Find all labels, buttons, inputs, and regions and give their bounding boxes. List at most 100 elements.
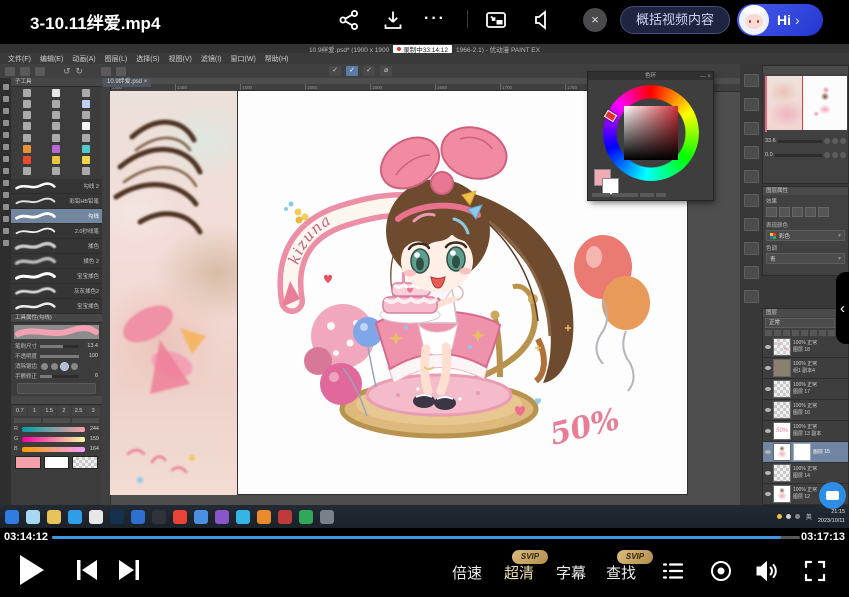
previous-button[interactable] bbox=[74, 558, 100, 582]
layer-row[interactable]: 100% 正常图层 17 bbox=[763, 379, 848, 400]
blue-slider[interactable] bbox=[22, 447, 85, 452]
brush-item[interactable]: 彩铅HB铅笔 bbox=[11, 194, 102, 209]
size-preset[interactable]: 0.7 bbox=[13, 406, 27, 416]
subtool-icon[interactable] bbox=[23, 156, 31, 164]
subtool-icon[interactable] bbox=[52, 111, 60, 119]
brush-item[interactable]: 揉色 2 bbox=[11, 254, 102, 269]
more-icon[interactable]: ··· bbox=[424, 10, 446, 28]
menu-animation[interactable]: 动画(A) bbox=[72, 54, 95, 64]
red-slider[interactable] bbox=[22, 427, 85, 432]
red-slider-row[interactable]: R 244 bbox=[11, 424, 102, 434]
subtool-icon[interactable] bbox=[52, 156, 60, 164]
size-preset[interactable]: 1.5 bbox=[42, 406, 56, 416]
redo-icon[interactable]: ↻ bbox=[76, 67, 84, 76]
subtool-icon[interactable] bbox=[23, 134, 31, 142]
taskbar-app-icon[interactable] bbox=[5, 510, 19, 524]
download-icon[interactable] bbox=[381, 8, 405, 32]
subtool-icon[interactable] bbox=[23, 145, 31, 153]
layer-mask-thumbnail[interactable] bbox=[793, 443, 811, 461]
layer-row[interactable]: 100% 正常图层 18 bbox=[763, 337, 848, 358]
brush-size-row[interactable]: 笔刷尺寸13.4 bbox=[11, 341, 102, 351]
subtool-icon[interactable] bbox=[23, 167, 31, 175]
size-preset[interactable]: 2.5 bbox=[72, 406, 86, 416]
taskbar-app-icon[interactable] bbox=[215, 510, 229, 524]
main-color-swatch[interactable] bbox=[15, 456, 41, 469]
tab-close-icon[interactable]: × bbox=[144, 79, 148, 85]
navigator-tabs[interactable] bbox=[763, 66, 848, 74]
layer-row[interactable]: 100% 正常图层 16 bbox=[763, 400, 848, 421]
zoom-out-icon[interactable] bbox=[824, 138, 830, 144]
playback-speed-button[interactable]: 倍速 bbox=[452, 562, 482, 583]
subtool-icon[interactable] bbox=[52, 100, 60, 108]
green-slider-row[interactable]: G 159 bbox=[11, 434, 102, 444]
snap-grid-icon[interactable]: ✓ bbox=[363, 66, 375, 76]
menu-edit[interactable]: 编辑(E) bbox=[40, 54, 63, 64]
saturation-value-square[interactable] bbox=[624, 106, 678, 160]
taskbar-app-icon[interactable] bbox=[68, 510, 82, 524]
taskbar-app-icon[interactable] bbox=[278, 510, 292, 524]
brush-item[interactable]: 灰灰揉色2 bbox=[11, 284, 102, 299]
taskbar-app-icon[interactable] bbox=[110, 510, 124, 524]
playlist-flyout-toggle[interactable]: ‹ bbox=[836, 272, 849, 344]
brush-item[interactable]: 宝宝揉色 bbox=[11, 269, 102, 284]
open-file-icon[interactable] bbox=[20, 67, 30, 76]
menu-window[interactable]: 窗口(W) bbox=[231, 54, 256, 64]
subtool-icon[interactable] bbox=[82, 89, 90, 97]
sub-color-swatch[interactable] bbox=[44, 456, 70, 469]
subtool-icon[interactable] bbox=[52, 145, 60, 153]
menu-select[interactable]: 选择(S) bbox=[136, 54, 159, 64]
taskbar-clock[interactable]: 21:15 2023/10/11 bbox=[818, 508, 845, 525]
zoom-in-icon[interactable] bbox=[832, 138, 838, 144]
stabilization-row[interactable]: 手颤修正6 bbox=[11, 371, 102, 381]
effect-icons[interactable] bbox=[763, 205, 848, 219]
chat-bubble-button[interactable] bbox=[819, 482, 846, 509]
subtool-icon[interactable] bbox=[82, 156, 90, 164]
eye-icon[interactable] bbox=[765, 429, 771, 433]
snap-special-ruler-icon[interactable]: ✓ bbox=[346, 66, 358, 76]
eye-icon[interactable] bbox=[765, 387, 771, 391]
eye-icon[interactable] bbox=[765, 345, 771, 349]
panel-buttons[interactable]: — × bbox=[700, 73, 711, 81]
eye-icon[interactable] bbox=[765, 450, 771, 454]
eye-icon[interactable] bbox=[765, 366, 771, 370]
menu-view[interactable]: 视图(V) bbox=[169, 54, 192, 64]
size-preset[interactable]: 2 bbox=[57, 406, 71, 416]
playlist-icon[interactable] bbox=[660, 558, 686, 584]
menu-help[interactable]: 帮助(H) bbox=[265, 54, 289, 64]
eye-icon[interactable] bbox=[765, 408, 771, 412]
taskbar-app-icon[interactable] bbox=[299, 510, 313, 524]
layer-folder-row[interactable]: 100% 正常组1 副本4 bbox=[763, 358, 848, 379]
layer-row[interactable]: 50%100% 正常图层 13 副本 bbox=[763, 421, 848, 442]
menu-file[interactable]: 文件(F) bbox=[8, 54, 31, 64]
eye-icon[interactable] bbox=[765, 471, 771, 475]
progress-bar[interactable] bbox=[52, 536, 800, 539]
fullscreen-icon[interactable] bbox=[802, 558, 828, 584]
next-button[interactable] bbox=[116, 558, 142, 582]
close-icon[interactable]: × bbox=[583, 8, 607, 32]
brush-item[interactable]: 2.0秒线笔 bbox=[11, 224, 102, 239]
taskbar-app-icon[interactable] bbox=[320, 510, 334, 524]
size-preset[interactable]: 3 bbox=[86, 406, 100, 416]
navigator-thumb-zoomed[interactable] bbox=[765, 76, 803, 130]
taskbar-app-icon[interactable] bbox=[47, 510, 61, 524]
flip-icon[interactable] bbox=[840, 152, 846, 158]
mute-icon[interactable] bbox=[531, 8, 555, 32]
blue-slider-row[interactable]: B 164 bbox=[11, 444, 102, 454]
taskbar-app-icon[interactable] bbox=[131, 510, 145, 524]
picture-in-picture-icon[interactable] bbox=[484, 8, 508, 32]
screencast-icon[interactable] bbox=[708, 558, 734, 584]
navigator-thumb-full[interactable] bbox=[803, 76, 847, 130]
taskbar-app-icon[interactable] bbox=[152, 510, 166, 524]
taskbar-app-icon[interactable] bbox=[89, 510, 103, 524]
antialias-row[interactable]: 消除锯齿 bbox=[11, 361, 102, 371]
tool-property-button[interactable] bbox=[17, 383, 96, 394]
crop-icon[interactable] bbox=[116, 67, 126, 76]
main-toolbar[interactable] bbox=[0, 78, 11, 511]
document-tab[interactable]: 10.9绊爱.psd × bbox=[103, 78, 151, 87]
brush-item-selected[interactable]: 勾线 bbox=[11, 209, 102, 224]
share-icon[interactable] bbox=[337, 8, 361, 32]
assistant-pill[interactable]: Hi › bbox=[737, 4, 823, 36]
auto-action-icon-column[interactable] bbox=[742, 74, 761, 314]
size-preset[interactable]: 1 bbox=[28, 406, 42, 416]
volume-icon[interactable] bbox=[754, 558, 780, 584]
